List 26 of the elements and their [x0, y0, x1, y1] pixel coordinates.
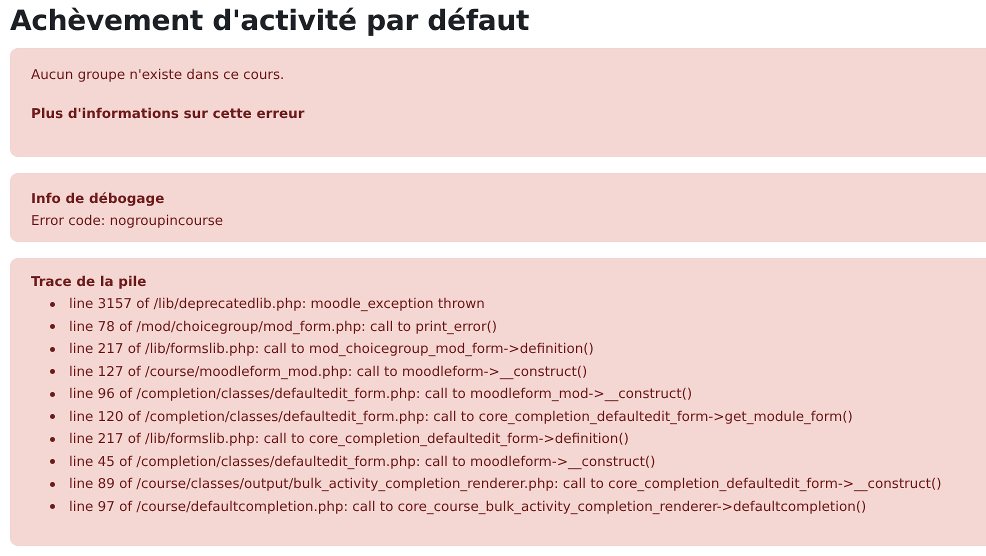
debug-heading: Info de débogage	[31, 190, 166, 209]
stack-trace-line: line 45 of /completion/classes/defaultedit_form.php: call to moodleform->__construct()	[69, 452, 656, 472]
bullet-icon	[50, 369, 55, 374]
bullet-icon	[50, 482, 55, 487]
bullet-icon	[50, 504, 55, 510]
stack-trace-line: line 89 of /course/classes/output/bulk_activity_completion_renderer.php: call to core_completion_defaultedit_form->__construct()	[69, 475, 942, 494]
bullet-icon	[50, 324, 55, 330]
stack-trace-heading: Trace de la pile	[31, 273, 148, 292]
stack-trace-line: line 3157 of /lib/deprecatedlib.php: moodle_exception thrown	[69, 295, 485, 314]
stack-trace-line: line 120 of /completion/classes/defaultedit_form.php: call to core_completion_defaultedit_form->get_module_form()	[69, 408, 853, 427]
bullet-icon	[50, 392, 55, 397]
stack-trace-line: line 97 of /course/defaultcompletion.php: call to core_course_bulk_activity_completion_renderer->defaultcompletion()	[69, 498, 866, 517]
bullet-icon	[50, 436, 55, 442]
stack-trace-line: line 127 of /course/moodleform_mod.php: call to moodleform->__construct()	[69, 362, 588, 382]
stack-trace-line: line 96 of /completion/classes/defaultedit_form.php: call to moodleform_mod->__construct()	[69, 385, 692, 404]
error-message: Aucun groupe n'existe dans ce cours.	[31, 66, 286, 84]
stack-trace-line: line 78 of /mod/choicegroup/mod_form.php: call to print_error()	[69, 318, 498, 337]
more-info-heading: Plus d'informations sur cette erreur	[31, 105, 306, 123]
bullet-icon	[50, 346, 55, 352]
bullet-icon	[50, 302, 55, 307]
page-title: Achèvement d'activité par défaut	[10, 3, 530, 39]
bullet-icon	[50, 414, 55, 420]
bullet-icon	[50, 459, 55, 464]
error-code: Error code: nogroupincourse	[31, 212, 224, 231]
stack-trace-line: line 217 of /lib/formslib.php: call to mod_choicegroup_mod_form->definition()	[69, 340, 594, 360]
stack-trace-line: line 217 of /lib/formslib.php: call to core_completion_defaultedit_form->definition()	[69, 430, 629, 450]
